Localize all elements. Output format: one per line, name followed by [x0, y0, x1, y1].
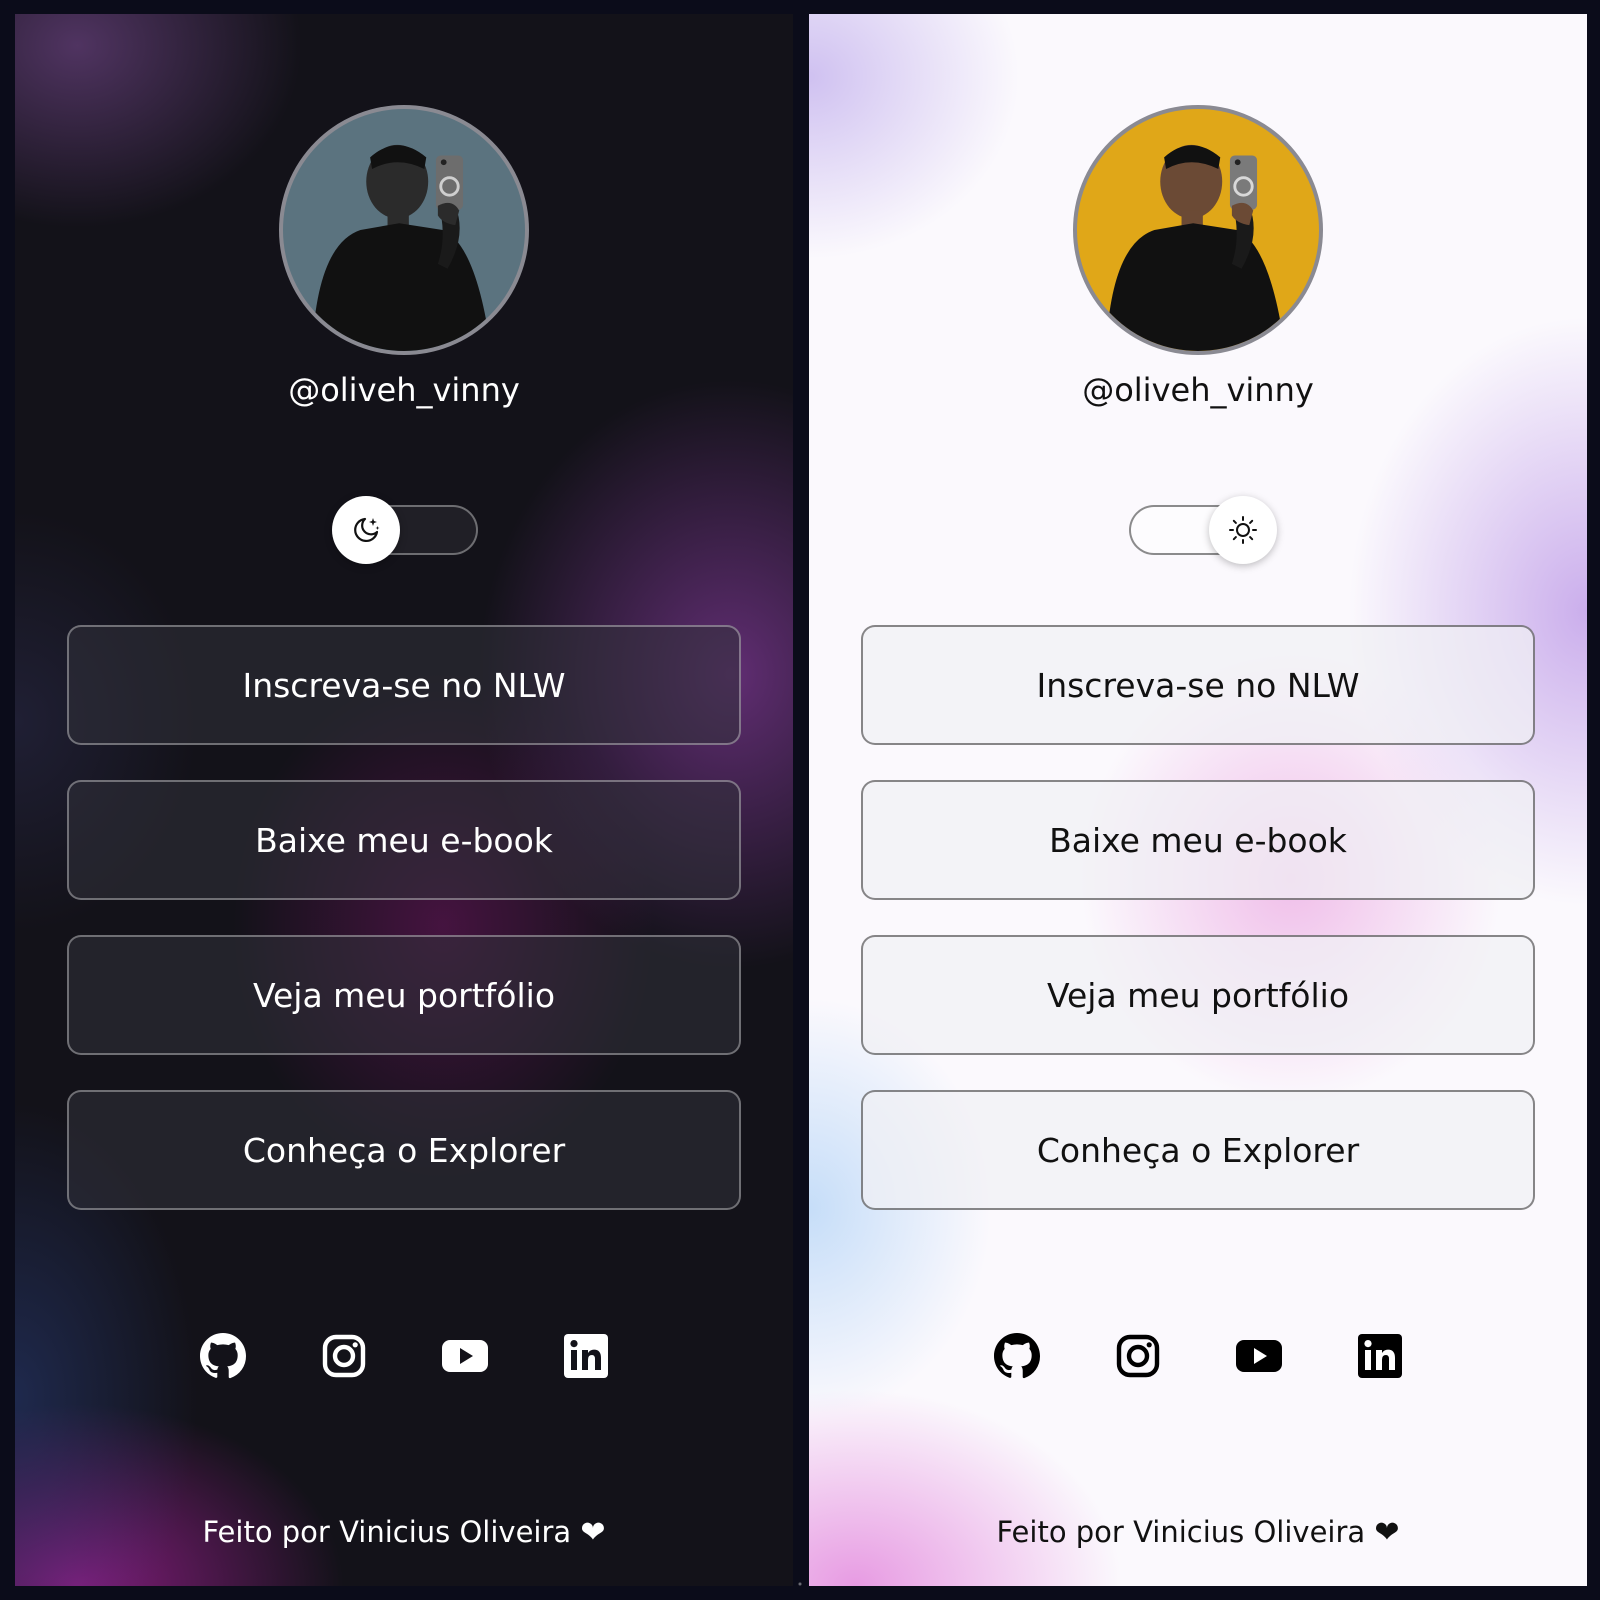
link-button-portfolio[interactable]: Veja meu portfólio — [861, 935, 1535, 1055]
social-links — [15, 1332, 793, 1380]
link-list: Inscreva-se no NLW Baixe meu e-book Veja… — [861, 625, 1535, 1245]
linkedin-icon — [1357, 1334, 1402, 1378]
theme-switch[interactable] — [332, 496, 478, 564]
social-links — [809, 1332, 1587, 1380]
link-button-nlw[interactable]: Inscreva-se no NLW — [67, 625, 741, 745]
dark-theme-preview: @oliveh_vinny Inscreva-se no NLW Baixe m… — [15, 14, 793, 1586]
instagram-icon — [322, 1334, 365, 1378]
linkedin-icon — [563, 1334, 608, 1378]
link-button-ebook[interactable]: Baixe meu e-book — [67, 780, 741, 900]
link-button-explorer[interactable]: Conheça o Explorer — [67, 1090, 741, 1210]
profile-handle: @oliveh_vinny — [1082, 371, 1314, 409]
moon-stars-icon — [354, 517, 380, 542]
theme-switch-knob[interactable] — [332, 496, 400, 564]
heart-icon: ❤ — [580, 1515, 606, 1550]
youtube-link[interactable] — [1235, 1332, 1283, 1380]
github-link[interactable] — [199, 1332, 247, 1380]
link-button-ebook[interactable]: Baixe meu e-book — [861, 780, 1535, 900]
instagram-link[interactable] — [320, 1332, 368, 1380]
link-list: Inscreva-se no NLW Baixe meu e-book Veja… — [67, 625, 741, 1245]
youtube-icon — [441, 1340, 488, 1372]
instagram-link[interactable] — [1114, 1332, 1162, 1380]
github-icon — [993, 1333, 1040, 1379]
linkedin-link[interactable] — [1356, 1332, 1404, 1380]
link-button-nlw[interactable]: Inscreva-se no NLW — [861, 625, 1535, 745]
footer-credit: Feito por Vinicius Oliveira ❤ — [15, 1514, 793, 1551]
profile-handle: @oliveh_vinny — [288, 371, 520, 409]
footer-credit: Feito por Vinicius Oliveira ❤ — [809, 1514, 1587, 1551]
youtube-link[interactable] — [441, 1332, 489, 1380]
link-button-explorer[interactable]: Conheça o Explorer — [861, 1090, 1535, 1210]
link-button-portfolio[interactable]: Veja meu portfólio — [67, 935, 741, 1055]
footer-text: Feito por Vinicius Oliveira — [202, 1515, 572, 1549]
instagram-icon — [1116, 1334, 1159, 1378]
profile-avatar — [1073, 105, 1323, 355]
linkedin-link[interactable] — [562, 1332, 610, 1380]
sun-icon — [1229, 516, 1257, 544]
theme-switch[interactable] — [1129, 496, 1277, 564]
heart-icon: ❤ — [1374, 1515, 1400, 1550]
person-photo-icon — [1106, 144, 1286, 351]
theme-switch-knob[interactable] — [1209, 496, 1277, 564]
github-icon — [199, 1333, 246, 1379]
youtube-icon — [1235, 1340, 1282, 1372]
footer-text: Feito por Vinicius Oliveira — [996, 1515, 1366, 1549]
github-link[interactable] — [993, 1332, 1041, 1380]
person-photo-icon — [312, 144, 492, 351]
profile-avatar — [279, 105, 529, 355]
light-theme-preview: @oliveh_vinny Inscreva-se no NLW Baixe m… — [809, 14, 1587, 1586]
